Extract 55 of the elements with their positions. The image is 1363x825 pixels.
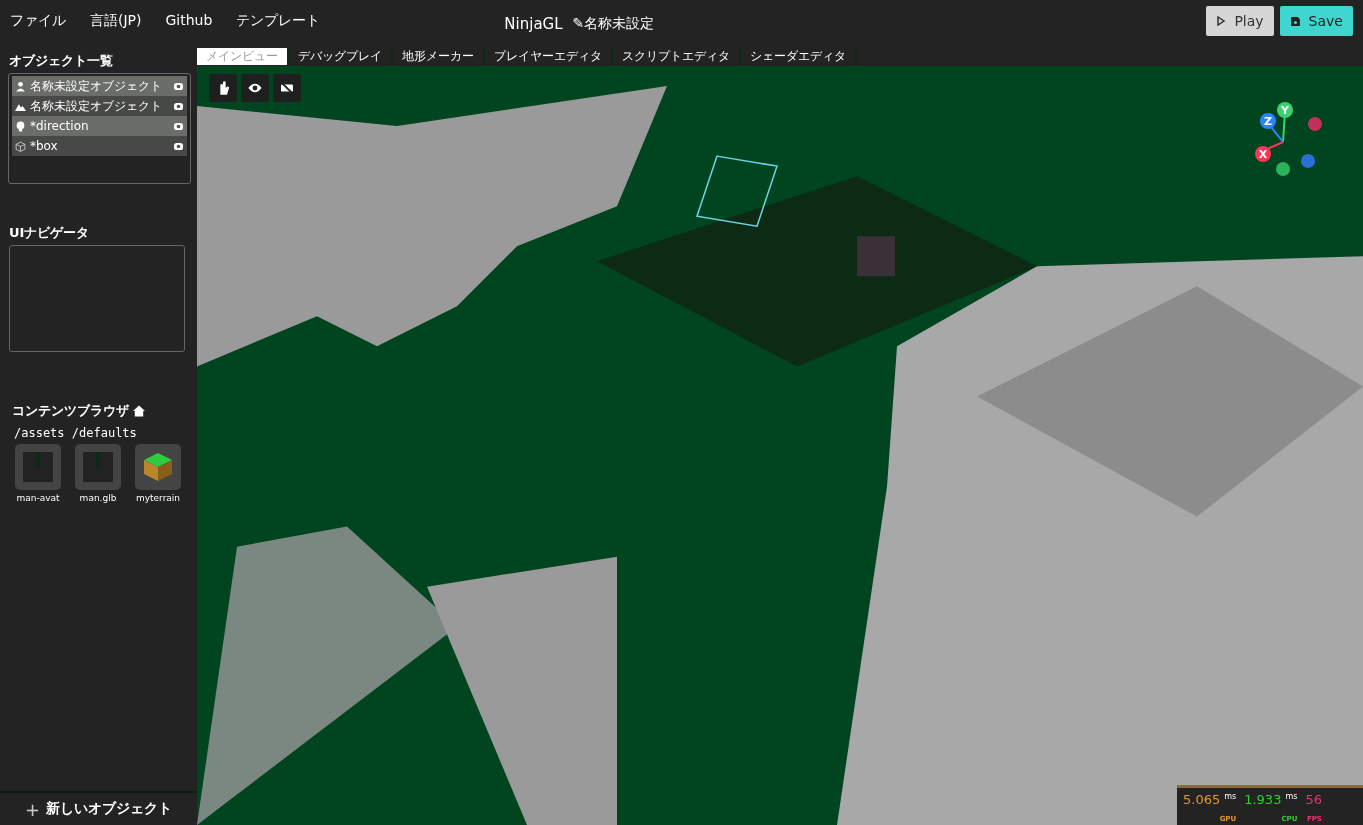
stat-value: 1.933 xyxy=(1244,792,1282,807)
editor-tab[interactable]: プレイヤーエディタ xyxy=(485,47,613,65)
save-button[interactable]: Save xyxy=(1279,6,1353,36)
object-list-item[interactable]: 名称未設定オブジェクト xyxy=(12,76,187,96)
play-button[interactable]: Play xyxy=(1206,6,1274,36)
menu-item[interactable]: テンプレート xyxy=(236,12,321,30)
stat-unit: ms xyxy=(1224,792,1237,801)
object-name: *box xyxy=(30,139,59,153)
object-name: 名称未設定オブジェクト xyxy=(30,97,163,115)
file-name: myterrain xyxy=(135,493,181,503)
editor-tab[interactable]: シェーダエディタ xyxy=(741,47,857,65)
editor-tab[interactable]: スクリプトエディタ xyxy=(613,47,741,65)
app-title: NinjaGL xyxy=(504,14,563,33)
axis-gizmo[interactable]: Y Z X xyxy=(1253,96,1333,176)
panel-title: UIナビゲータ xyxy=(9,224,91,242)
figure-icon xyxy=(35,452,41,466)
panel-title: コンテンツブラウザ xyxy=(12,402,129,420)
object-name: *direction xyxy=(30,119,90,133)
menu-item[interactable]: Github xyxy=(165,12,213,30)
object-list-item[interactable]: *box xyxy=(12,136,187,156)
object-name: 名称未設定オブジェクト xyxy=(30,77,163,95)
stat-unit: ms xyxy=(1285,792,1298,801)
lightbulb-icon xyxy=(15,120,26,132)
model-thumbnail[interactable] xyxy=(75,444,121,490)
person-icon xyxy=(15,80,26,92)
eye-icon[interactable] xyxy=(173,101,184,111)
hidden-camera-button[interactable] xyxy=(273,74,301,102)
model-thumbnail[interactable] xyxy=(15,444,61,490)
terrain-block-icon xyxy=(141,450,175,484)
panel-title: オブジェクト一覧 xyxy=(9,52,114,70)
camera-off-icon xyxy=(279,82,295,94)
hand-gear-tool-button[interactable] xyxy=(209,74,237,102)
menu-item[interactable]: 言語(JP) xyxy=(90,12,142,30)
save-icon xyxy=(1289,15,1301,27)
play-icon xyxy=(1216,16,1227,26)
folder-path[interactable]: /assets /defaults xyxy=(14,426,197,440)
object-list-item[interactable]: *direction xyxy=(12,116,187,136)
menu-item[interactable]: ファイル xyxy=(10,12,66,30)
cube-icon xyxy=(15,140,26,152)
editor-tab[interactable]: 地形メーカー xyxy=(393,47,485,65)
file-name: man-avat xyxy=(16,493,60,503)
stat-value: 5.065 xyxy=(1183,792,1221,807)
project-name[interactable]: ✎名称未設定 xyxy=(572,14,655,33)
file-name: man.glb xyxy=(79,493,117,503)
eye-icon[interactable] xyxy=(173,121,184,131)
eye-icon[interactable] xyxy=(173,81,184,91)
stat-value: 56 xyxy=(1305,792,1322,807)
eye-icon[interactable] xyxy=(173,141,184,151)
object-list-item[interactable]: 名称未設定オブジェクト xyxy=(12,96,187,116)
eye-toggle-button[interactable] xyxy=(241,74,269,102)
eye-icon xyxy=(247,82,263,94)
figure-icon xyxy=(95,452,101,466)
home-icon[interactable] xyxy=(133,405,145,417)
editor-tab[interactable]: デバッグプレイ xyxy=(289,47,393,65)
terrain-thumbnail[interactable] xyxy=(135,444,181,490)
